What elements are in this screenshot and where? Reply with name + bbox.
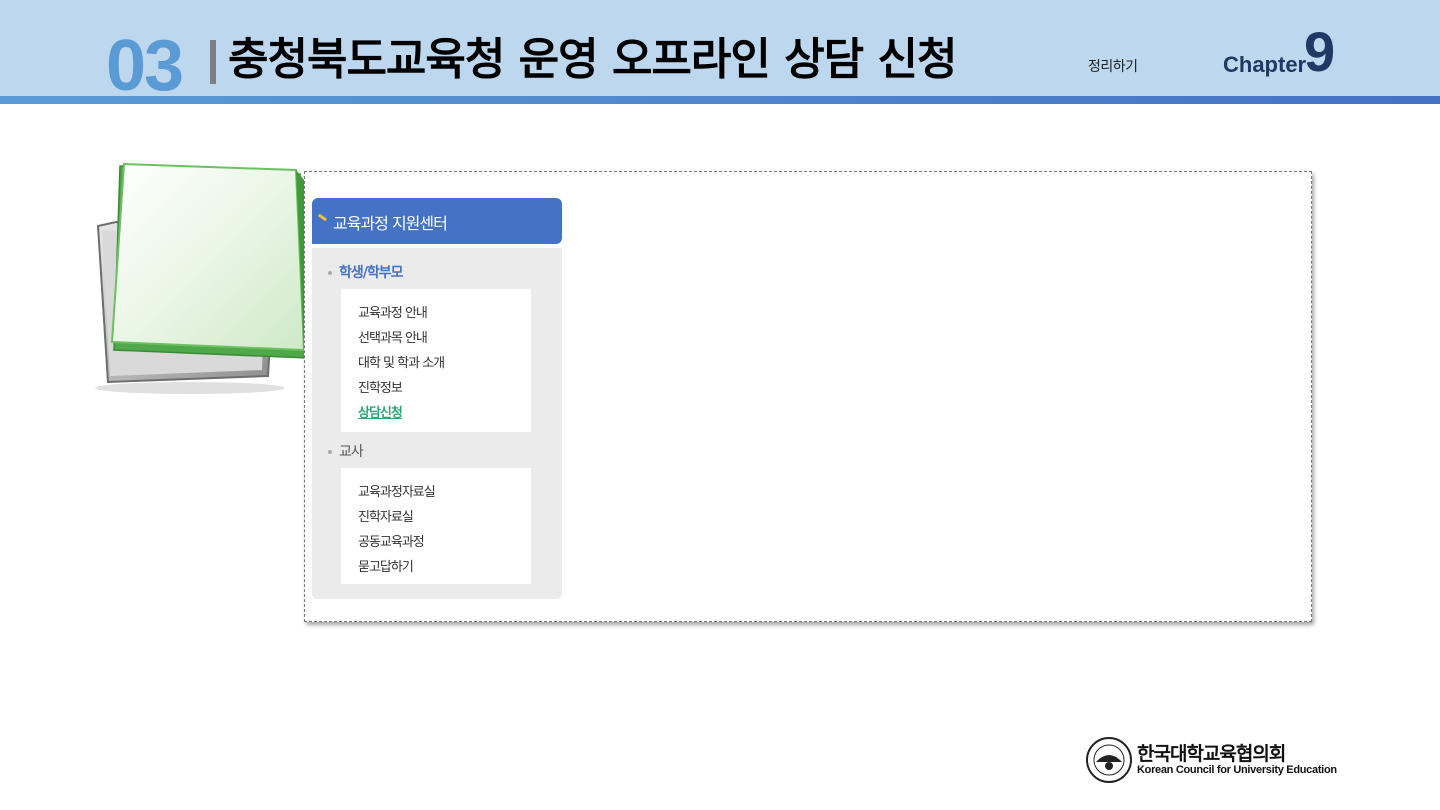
menu-item-elective-guide[interactable]: 선택과목 안내 (358, 326, 531, 351)
bullet-icon (317, 213, 328, 222)
menu-item-curriculum-archive[interactable]: 교육과정자료실 (358, 480, 531, 505)
page-title: 충청북도교육청 운영 오프라인 상담 신청 (228, 34, 957, 85)
group-students-parents[interactable]: 학생/학부모 (328, 262, 404, 282)
menu-item-admission-info[interactable]: 진학정보 (358, 376, 531, 401)
title-divider (210, 40, 216, 84)
sidebar-header[interactable]: 교육과정 지원센터 (312, 198, 562, 244)
org-name-korean: 한국대학교육협의회 (1137, 743, 1286, 765)
council-seal-icon (1086, 737, 1132, 783)
submenu-students-parents: 교육과정 안내 선택과목 안내 대학 및 학과 소개 진학정보 상담신청 (341, 289, 531, 432)
section-number: 03 (106, 26, 184, 106)
menu-item-qna[interactable]: 묻고답하기 (358, 555, 531, 580)
summary-link[interactable]: 정리하기 (1088, 56, 1138, 76)
document-pages-icon (95, 162, 312, 394)
dot-icon (328, 450, 332, 454)
menu-item-consultation-request[interactable]: 상담신청 (358, 401, 531, 426)
header-accent-bar (0, 96, 1440, 104)
group-title: 학생/학부모 (339, 265, 404, 281)
menu-item-curriculum-guide[interactable]: 교육과정 안내 (358, 301, 531, 326)
group-title: 교사 (339, 444, 364, 460)
menu-item-joint-curriculum[interactable]: 공동교육과정 (358, 530, 531, 555)
chapter-label: Chapter (1223, 52, 1307, 77)
group-teachers[interactable]: 교사 (328, 441, 364, 461)
sidebar-header-label: 교육과정 지원센터 (333, 214, 448, 233)
submenu-teachers: 교육과정자료실 진학자료실 공동교육과정 묻고답하기 (341, 468, 531, 584)
dot-icon (328, 271, 332, 275)
menu-item-university-intro[interactable]: 대학 및 학과 소개 (358, 351, 531, 376)
menu-item-admission-archive[interactable]: 진학자료실 (358, 505, 531, 530)
org-name-english: Korean Council for University Education (1137, 764, 1337, 776)
chapter-number: 9 (1304, 20, 1336, 83)
